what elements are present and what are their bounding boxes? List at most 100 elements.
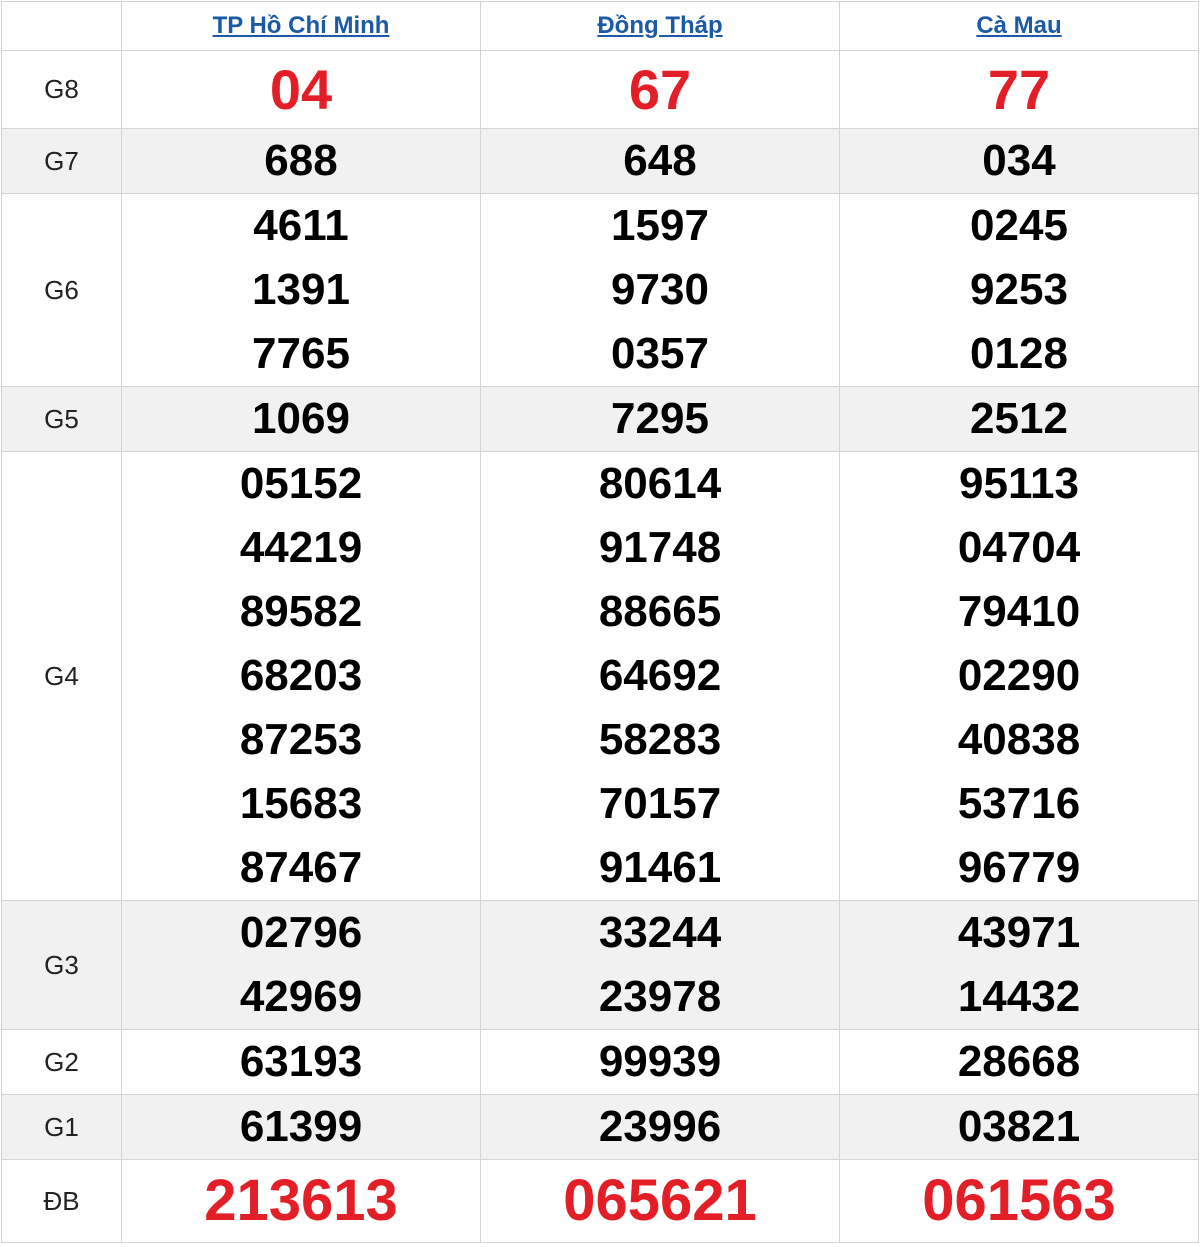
header-province-dong-thap: Đồng Tháp — [480, 1, 840, 51]
result-number: 14432 — [957, 972, 1081, 1021]
result-number: 44219 — [239, 523, 363, 572]
result-cell: 43971 14432 — [839, 900, 1199, 1030]
special-prize-number: 061563 — [922, 1168, 1116, 1233]
result-number: 9253 — [970, 265, 1068, 314]
result-cell: 688 — [121, 128, 481, 194]
result-number: 04 — [269, 57, 333, 121]
result-cell: 33244 23978 — [480, 900, 840, 1030]
result-cell: 061563 — [839, 1159, 1199, 1243]
result-number: 88665 — [598, 587, 722, 636]
result-number: 648 — [623, 136, 697, 185]
result-number: 79410 — [957, 587, 1081, 636]
province-link-ca-mau[interactable]: Cà Mau — [976, 12, 1061, 39]
result-number: 03821 — [957, 1102, 1081, 1151]
special-prize-number: 213613 — [204, 1168, 398, 1233]
result-number: 7765 — [252, 329, 350, 378]
result-number: 61399 — [239, 1102, 363, 1151]
result-number: 68203 — [239, 651, 363, 700]
result-number: 688 — [264, 136, 338, 185]
prize-label: G8 — [1, 50, 122, 129]
result-cell: 2512 — [839, 386, 1199, 452]
result-cell: 61399 — [121, 1094, 481, 1160]
header-province-ca-mau: Cà Mau — [839, 1, 1199, 51]
prize-row-g2: G2 63193 99939 28668 — [1, 1029, 1199, 1095]
header-empty-cell — [1, 1, 122, 51]
lottery-results-table: TP Hồ Chí Minh Đồng Tháp Cà Mau G8 04 67… — [1, 1, 1199, 1243]
result-cell: 648 — [480, 128, 840, 194]
result-cell: 065621 — [480, 1159, 840, 1243]
result-cell: 95113 04704 79410 02290 40838 53716 9677… — [839, 451, 1199, 901]
result-number: 0245 — [970, 201, 1068, 250]
result-number: 96779 — [957, 843, 1081, 892]
result-cell: 63193 — [121, 1029, 481, 1095]
result-cell: 1597 9730 0357 — [480, 193, 840, 387]
prize-label: G5 — [1, 386, 122, 452]
result-cell: 05152 44219 89582 68203 87253 15683 8746… — [121, 451, 481, 901]
result-cell: 213613 — [121, 1159, 481, 1243]
result-number: 91748 — [598, 523, 722, 572]
result-number: 53716 — [957, 779, 1081, 828]
result-number: 28668 — [957, 1037, 1081, 1086]
prize-row-g5: G5 1069 7295 2512 — [1, 386, 1199, 452]
result-number: 40838 — [957, 715, 1081, 764]
result-cell: 034 — [839, 128, 1199, 194]
result-cell: 28668 — [839, 1029, 1199, 1095]
prize-label: G2 — [1, 1029, 122, 1095]
result-number: 42969 — [239, 972, 363, 1021]
result-number: 99939 — [598, 1037, 722, 1086]
result-cell: 0245 9253 0128 — [839, 193, 1199, 387]
result-number: 9730 — [611, 265, 709, 314]
province-link-hcm[interactable]: TP Hồ Chí Minh — [213, 12, 390, 39]
result-number: 89582 — [239, 587, 363, 636]
result-number: 70157 — [598, 779, 722, 828]
header-province-hcm: TP Hồ Chí Minh — [121, 1, 481, 51]
result-cell: 02796 42969 — [121, 900, 481, 1030]
result-number: 4611 — [253, 201, 349, 250]
prize-row-g1: G1 61399 23996 03821 — [1, 1094, 1199, 1160]
result-number: 02796 — [239, 908, 363, 957]
result-number: 67 — [628, 57, 692, 121]
result-number: 33244 — [598, 908, 722, 957]
result-cell: 77 — [839, 50, 1199, 129]
result-number: 034 — [982, 136, 1056, 185]
result-cell: 4611 1391 7765 — [121, 193, 481, 387]
prize-row-g4: G4 05152 44219 89582 68203 87253 15683 8… — [1, 451, 1199, 901]
result-number: 87253 — [239, 715, 363, 764]
result-cell: 04 — [121, 50, 481, 129]
header-row: TP Hồ Chí Minh Đồng Tháp Cà Mau — [1, 1, 1199, 51]
result-cell: 80614 91748 88665 64692 58283 70157 9146… — [480, 451, 840, 901]
prize-row-special: ĐB 213613 065621 061563 — [1, 1159, 1199, 1243]
result-cell: 67 — [480, 50, 840, 129]
result-number: 04704 — [957, 523, 1081, 572]
prize-label: G4 — [1, 451, 122, 901]
result-number: 02290 — [957, 651, 1081, 700]
prize-row-g7: G7 688 648 034 — [1, 128, 1199, 194]
result-number: 80614 — [598, 459, 722, 508]
prize-label: G1 — [1, 1094, 122, 1160]
result-number: 1597 — [611, 201, 709, 250]
result-number: 87467 — [239, 843, 363, 892]
prize-label: G6 — [1, 193, 122, 387]
result-number: 63193 — [239, 1037, 363, 1086]
result-number: 91461 — [598, 843, 722, 892]
result-number: 1069 — [252, 394, 350, 443]
result-number: 0357 — [611, 329, 709, 378]
result-cell: 23996 — [480, 1094, 840, 1160]
result-number: 23996 — [598, 1102, 722, 1151]
result-cell: 03821 — [839, 1094, 1199, 1160]
result-number: 23978 — [598, 972, 722, 1021]
prize-label: G7 — [1, 128, 122, 194]
result-number: 43971 — [957, 908, 1081, 957]
result-cell: 7295 — [480, 386, 840, 452]
prize-label: ĐB — [1, 1159, 122, 1243]
result-number: 2512 — [970, 394, 1068, 443]
province-link-dong-thap[interactable]: Đồng Tháp — [597, 12, 722, 39]
prize-label: G3 — [1, 900, 122, 1030]
prize-row-g8: G8 04 67 77 — [1, 50, 1199, 129]
prize-row-g6: G6 4611 1391 7765 1597 9730 0357 0245 92… — [1, 193, 1199, 387]
prize-row-g3: G3 02796 42969 33244 23978 43971 14432 — [1, 900, 1199, 1030]
result-number: 7295 — [611, 394, 709, 443]
result-cell: 1069 — [121, 386, 481, 452]
result-cell: 99939 — [480, 1029, 840, 1095]
result-number: 64692 — [598, 651, 722, 700]
